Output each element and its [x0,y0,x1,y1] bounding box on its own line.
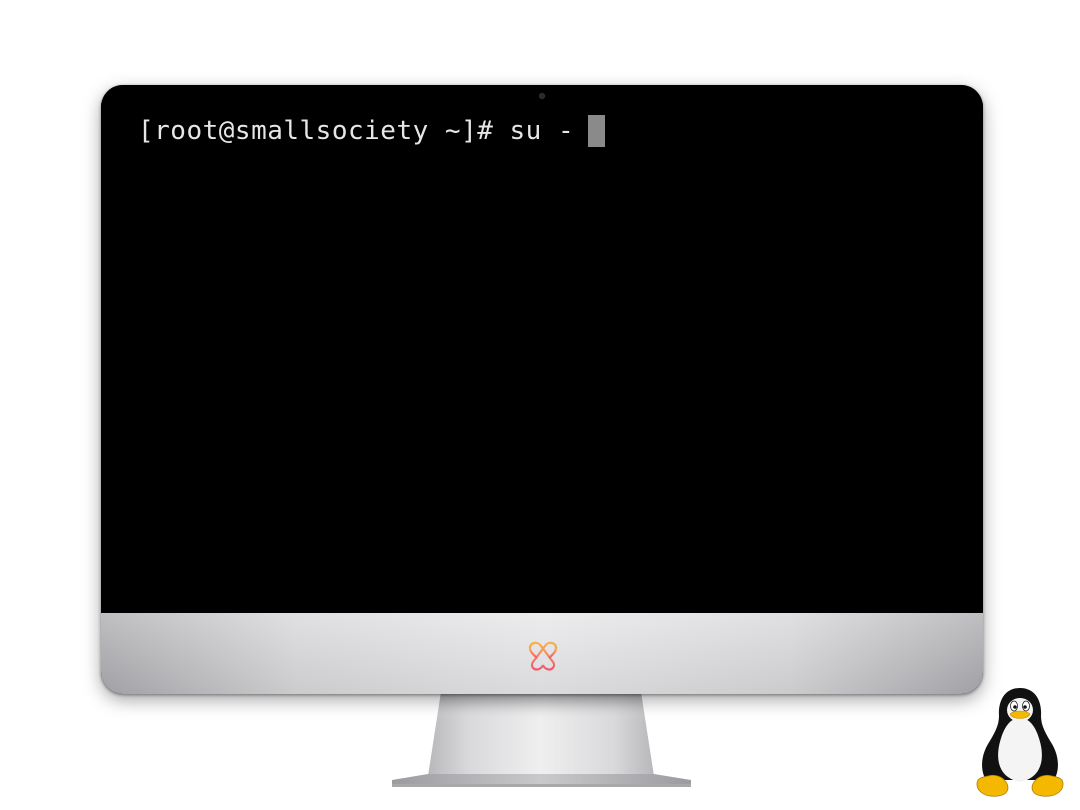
tux-penguin-icon [976,688,1064,797]
camera-icon [539,93,545,99]
terminal-prompt: [root@smallsociety ~]# [138,116,494,146]
stage: [root@smallsociety ~]# su - [0,0,1080,810]
interlocked-hearts-logo-icon [528,641,558,671]
monitor: [root@smallsociety ~]# su - [101,85,983,694]
terminal-line: [root@smallsociety ~]# su - [138,115,606,147]
terminal-cursor [588,115,606,147]
terminal-screen[interactable]: [root@smallsociety ~]# su - [101,85,983,613]
monitor-chin [101,613,983,694]
stand-neck [428,692,654,776]
terminal-command: su - [509,116,575,146]
stand-base [392,774,691,784]
